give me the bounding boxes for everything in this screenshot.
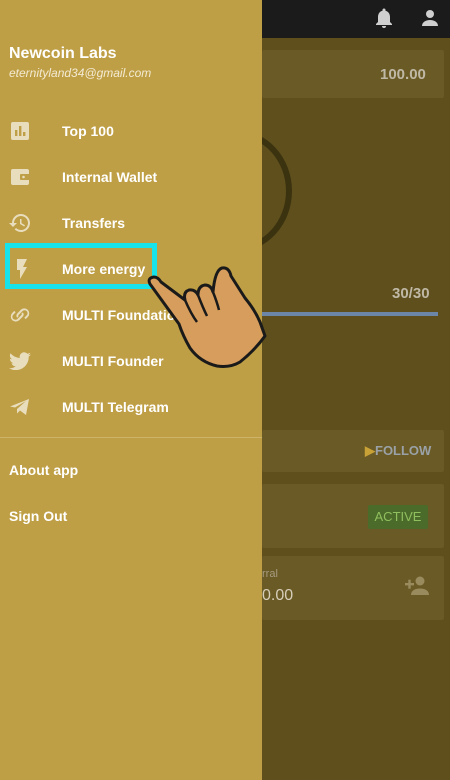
menu-item-internal-wallet[interactable]: Internal Wallet: [0, 154, 262, 200]
menu-item-transfers[interactable]: Transfers: [0, 200, 262, 246]
menu-item-label: Top 100: [62, 123, 114, 139]
pointing-hand-icon: [147, 266, 267, 368]
follow-button[interactable]: ▶FOLLOW: [365, 443, 431, 459]
history-icon: [9, 214, 30, 232]
energy-progress-bar: [260, 312, 438, 316]
referral-label: rral: [262, 568, 278, 580]
menu-item-top-100[interactable]: Top 100: [0, 108, 262, 154]
balance-value: 100.00: [380, 66, 426, 83]
referral-value: 0.00: [262, 587, 294, 604]
status-badge: ACTIVE: [368, 505, 428, 529]
add-user-icon[interactable]: [404, 574, 430, 596]
notification-bell-icon[interactable]: [372, 6, 396, 30]
drawer-user-name: Newcoin Labs: [9, 45, 117, 62]
sign-out-item[interactable]: Sign Out: [9, 508, 67, 524]
menu-item-label: Transfers: [62, 215, 126, 231]
drawer-user-email: eternityland34@gmail.com: [9, 66, 152, 80]
energy-counter: 30/30: [392, 285, 430, 302]
navigation-drawer: Newcoin Labs eternityland34@gmail.com To…: [0, 0, 262, 780]
menu-item-multi-telegram[interactable]: MULTI Telegram: [0, 384, 262, 430]
follow-label: FOLLOW: [375, 443, 432, 458]
twitter-icon: [9, 352, 31, 371]
megaphone-icon: ▶: [365, 443, 375, 458]
bar-chart-icon: [11, 122, 29, 140]
link-icon: [10, 308, 30, 322]
drawer-divider: [0, 437, 262, 438]
highlight-box: [5, 243, 157, 289]
menu-item-label: MULTI Telegram: [62, 399, 169, 415]
about-app-item[interactable]: About app: [9, 462, 78, 478]
profile-icon[interactable]: [418, 6, 442, 30]
telegram-icon: [10, 399, 29, 415]
menu-item-label: Internal Wallet: [62, 169, 158, 185]
wallet-icon: [11, 169, 30, 185]
